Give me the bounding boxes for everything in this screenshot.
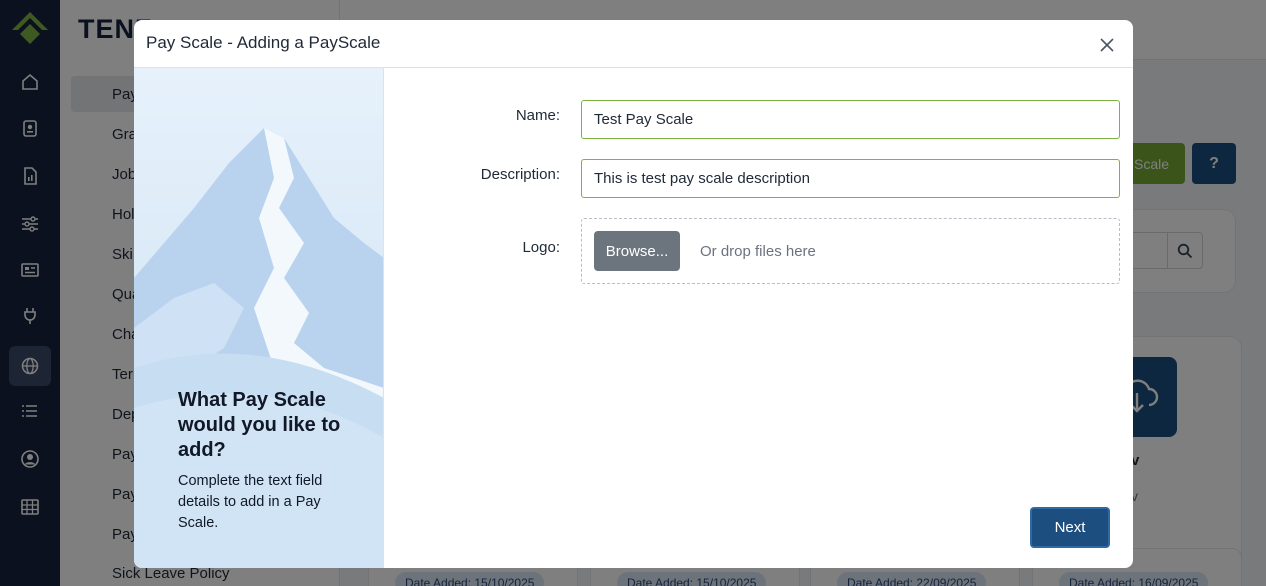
add-pay-scale-modal: Pay Scale - Adding a PayScale What Pay S…: [134, 20, 1133, 568]
drop-hint: Or drop files here: [700, 243, 816, 260]
modal-title: Pay Scale - Adding a PayScale: [146, 33, 381, 52]
side-panel-heading: What Pay Scale would you like to add?: [178, 389, 341, 461]
description-label: Description:: [480, 166, 560, 183]
logo-dropzone[interactable]: Browse... Or drop files here: [581, 218, 1120, 284]
pay-scale-form: Name: Description: Logo: Browse... Or dr…: [384, 68, 1133, 568]
modal-header: Pay Scale - Adding a PayScale: [134, 20, 1133, 68]
browse-button[interactable]: Browse...: [594, 231, 680, 271]
modal-side-panel: What Pay Scale would you like to add? Co…: [134, 68, 384, 568]
name-label: Name:: [515, 107, 560, 124]
next-button[interactable]: Next: [1030, 507, 1110, 548]
logo-label: Logo:: [522, 239, 560, 256]
description-input[interactable]: [581, 159, 1120, 198]
side-panel-description: Complete the text field details to add i…: [178, 473, 323, 531]
close-icon[interactable]: [1096, 34, 1118, 56]
name-input[interactable]: [581, 100, 1120, 139]
